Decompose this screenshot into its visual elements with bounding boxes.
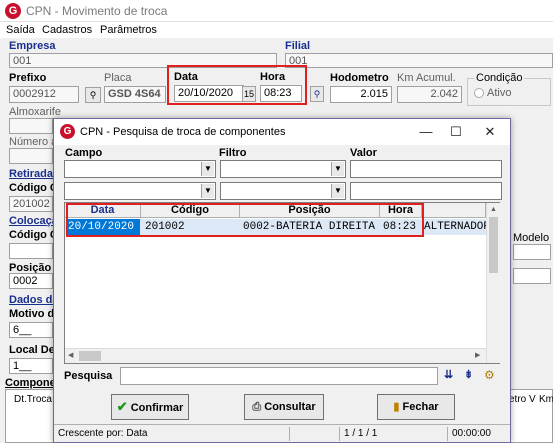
placa-label: Placa [104, 72, 132, 84]
numero-au-field[interactable] [9, 148, 53, 164]
status-sort: Crescente por: Data [58, 428, 148, 439]
search-binoculars-icon[interactable]: ⚲ [310, 86, 324, 102]
row-highlight [66, 203, 424, 237]
codigo-co-2-field[interactable] [9, 243, 53, 259]
scroll-up-icon[interactable]: ▲ [490, 206, 497, 213]
col-header-extra [422, 203, 486, 218]
consultar-button[interactable]: ⎙ Consultar [244, 394, 324, 420]
status-bar: Crescente por: Data 1 / 1 / 1 00:00:00 [54, 424, 510, 442]
right-col-header-a: etro V [509, 394, 536, 405]
menu-parametros[interactable]: Parâmetros [100, 24, 157, 36]
codigo-co-1-field[interactable]: 201002 [9, 196, 53, 212]
maximize-icon[interactable]: ☐ [446, 123, 466, 141]
gear-icon[interactable]: ⚙ [484, 368, 495, 382]
hora-field[interactable]: 08:23 [260, 85, 302, 102]
window-title: CPN - Movimento de troca [26, 4, 168, 18]
placa-field: GSD 4S64 [104, 86, 166, 103]
menu-cadastros[interactable]: Cadastros [42, 24, 92, 36]
posicao-field[interactable]: 0002 [9, 273, 53, 289]
minimize-icon[interactable]: — [416, 123, 436, 141]
filtro-select-1[interactable]: ▼ [220, 160, 346, 178]
campo-label: Campo [65, 147, 103, 159]
dialog-logo-icon: G [60, 124, 75, 139]
almoxarife-field[interactable] [9, 118, 53, 134]
valor-input-1[interactable] [350, 160, 502, 178]
dados-da-label: Dados da [9, 294, 59, 306]
calendar-icon[interactable]: 15 [242, 86, 256, 102]
filtro-select-2[interactable]: ▼ [220, 182, 346, 200]
menu-saida[interactable]: Saída [6, 24, 35, 36]
hodometro-field[interactable]: 2.015 [330, 86, 392, 103]
data-field[interactable]: 20/10/2020 [174, 85, 244, 102]
status-empty-1 [289, 427, 339, 441]
pesquisa-input[interactable] [120, 367, 438, 385]
chevron-down-icon: ▼ [331, 162, 344, 176]
sort-down-icon[interactable]: ⇊ [444, 368, 453, 381]
condicao-label: Condição [474, 72, 525, 84]
confirmar-button[interactable]: ✔ Confirmar [111, 394, 189, 420]
km-acumul-field: 2.042 [397, 86, 462, 103]
ativo-label: Ativo [487, 87, 512, 99]
motivo-da-field[interactable]: 6__ [9, 322, 53, 338]
sort-last-icon[interactable]: ⇟ [464, 368, 473, 381]
empresa-label: Empresa [9, 40, 56, 52]
scroll-right-icon[interactable]: ▶ [475, 351, 480, 359]
prefixo-field[interactable]: 0002912 [9, 86, 79, 103]
horizontal-scrollbar[interactable]: ◀ ▶ [65, 348, 486, 363]
data-label: Data [174, 71, 198, 83]
pesquisa-dialog: G CPN - Pesquisa de troca de componentes… [53, 118, 511, 443]
binoculars-icon[interactable]: ⚲ [85, 87, 101, 103]
filial-field[interactable]: 001 [285, 53, 553, 68]
km-acumul-label: Km Acumul. [397, 72, 456, 84]
valor-label: Valor [350, 147, 377, 159]
chevron-down-icon: ▼ [201, 184, 214, 198]
right-col-header-b: Km [539, 394, 553, 405]
modelo-label: Modelo [513, 232, 550, 244]
filial-label: Filial [285, 40, 311, 52]
printer-icon: ⎙ [252, 401, 262, 413]
retirada-label: Retirada [9, 168, 54, 180]
close-icon[interactable]: ✕ [480, 123, 500, 141]
dt-troca-header: Dt.Troca [14, 394, 52, 405]
campo-select-1[interactable]: ▼ [64, 160, 216, 178]
pesquisa-label: Pesquisa [64, 370, 113, 382]
prefixo-label: Prefixo [9, 72, 47, 84]
check-icon: ✔ [116, 399, 128, 414]
cell-extra[interactable]: ALTERNADOR [424, 219, 486, 235]
status-time: 00:00:00 [447, 427, 509, 441]
dialog-title: CPN - Pesquisa de troca de componentes [80, 126, 286, 138]
chevron-down-icon: ▼ [201, 162, 214, 176]
chevron-down-icon: ▼ [331, 184, 344, 198]
app-logo-icon: G [5, 3, 21, 19]
door-exit-icon: ▮ [393, 401, 400, 413]
valor-input-2[interactable] [350, 182, 502, 200]
hodometro-label: Hodometro [330, 72, 389, 84]
local-des-field[interactable]: 1__ [9, 358, 53, 374]
scroll-thumb[interactable] [489, 217, 498, 273]
status-count: 1 / 1 / 1 [339, 427, 447, 441]
fechar-button[interactable]: ▮ Fechar [377, 394, 455, 420]
scroll-left-icon[interactable]: ◀ [68, 351, 73, 359]
campo-select-2[interactable]: ▼ [64, 182, 216, 200]
filtro-label: Filtro [219, 147, 247, 159]
almoxarife-label: Almoxarife [9, 106, 61, 118]
hora-label: Hora [260, 71, 286, 83]
hscroll-thumb[interactable] [79, 351, 101, 361]
modelo-field[interactable] [513, 244, 551, 260]
vertical-scrollbar[interactable]: ▲ [486, 203, 500, 363]
ativo-radio[interactable] [474, 88, 484, 98]
modelo-field-2[interactable] [513, 268, 551, 284]
